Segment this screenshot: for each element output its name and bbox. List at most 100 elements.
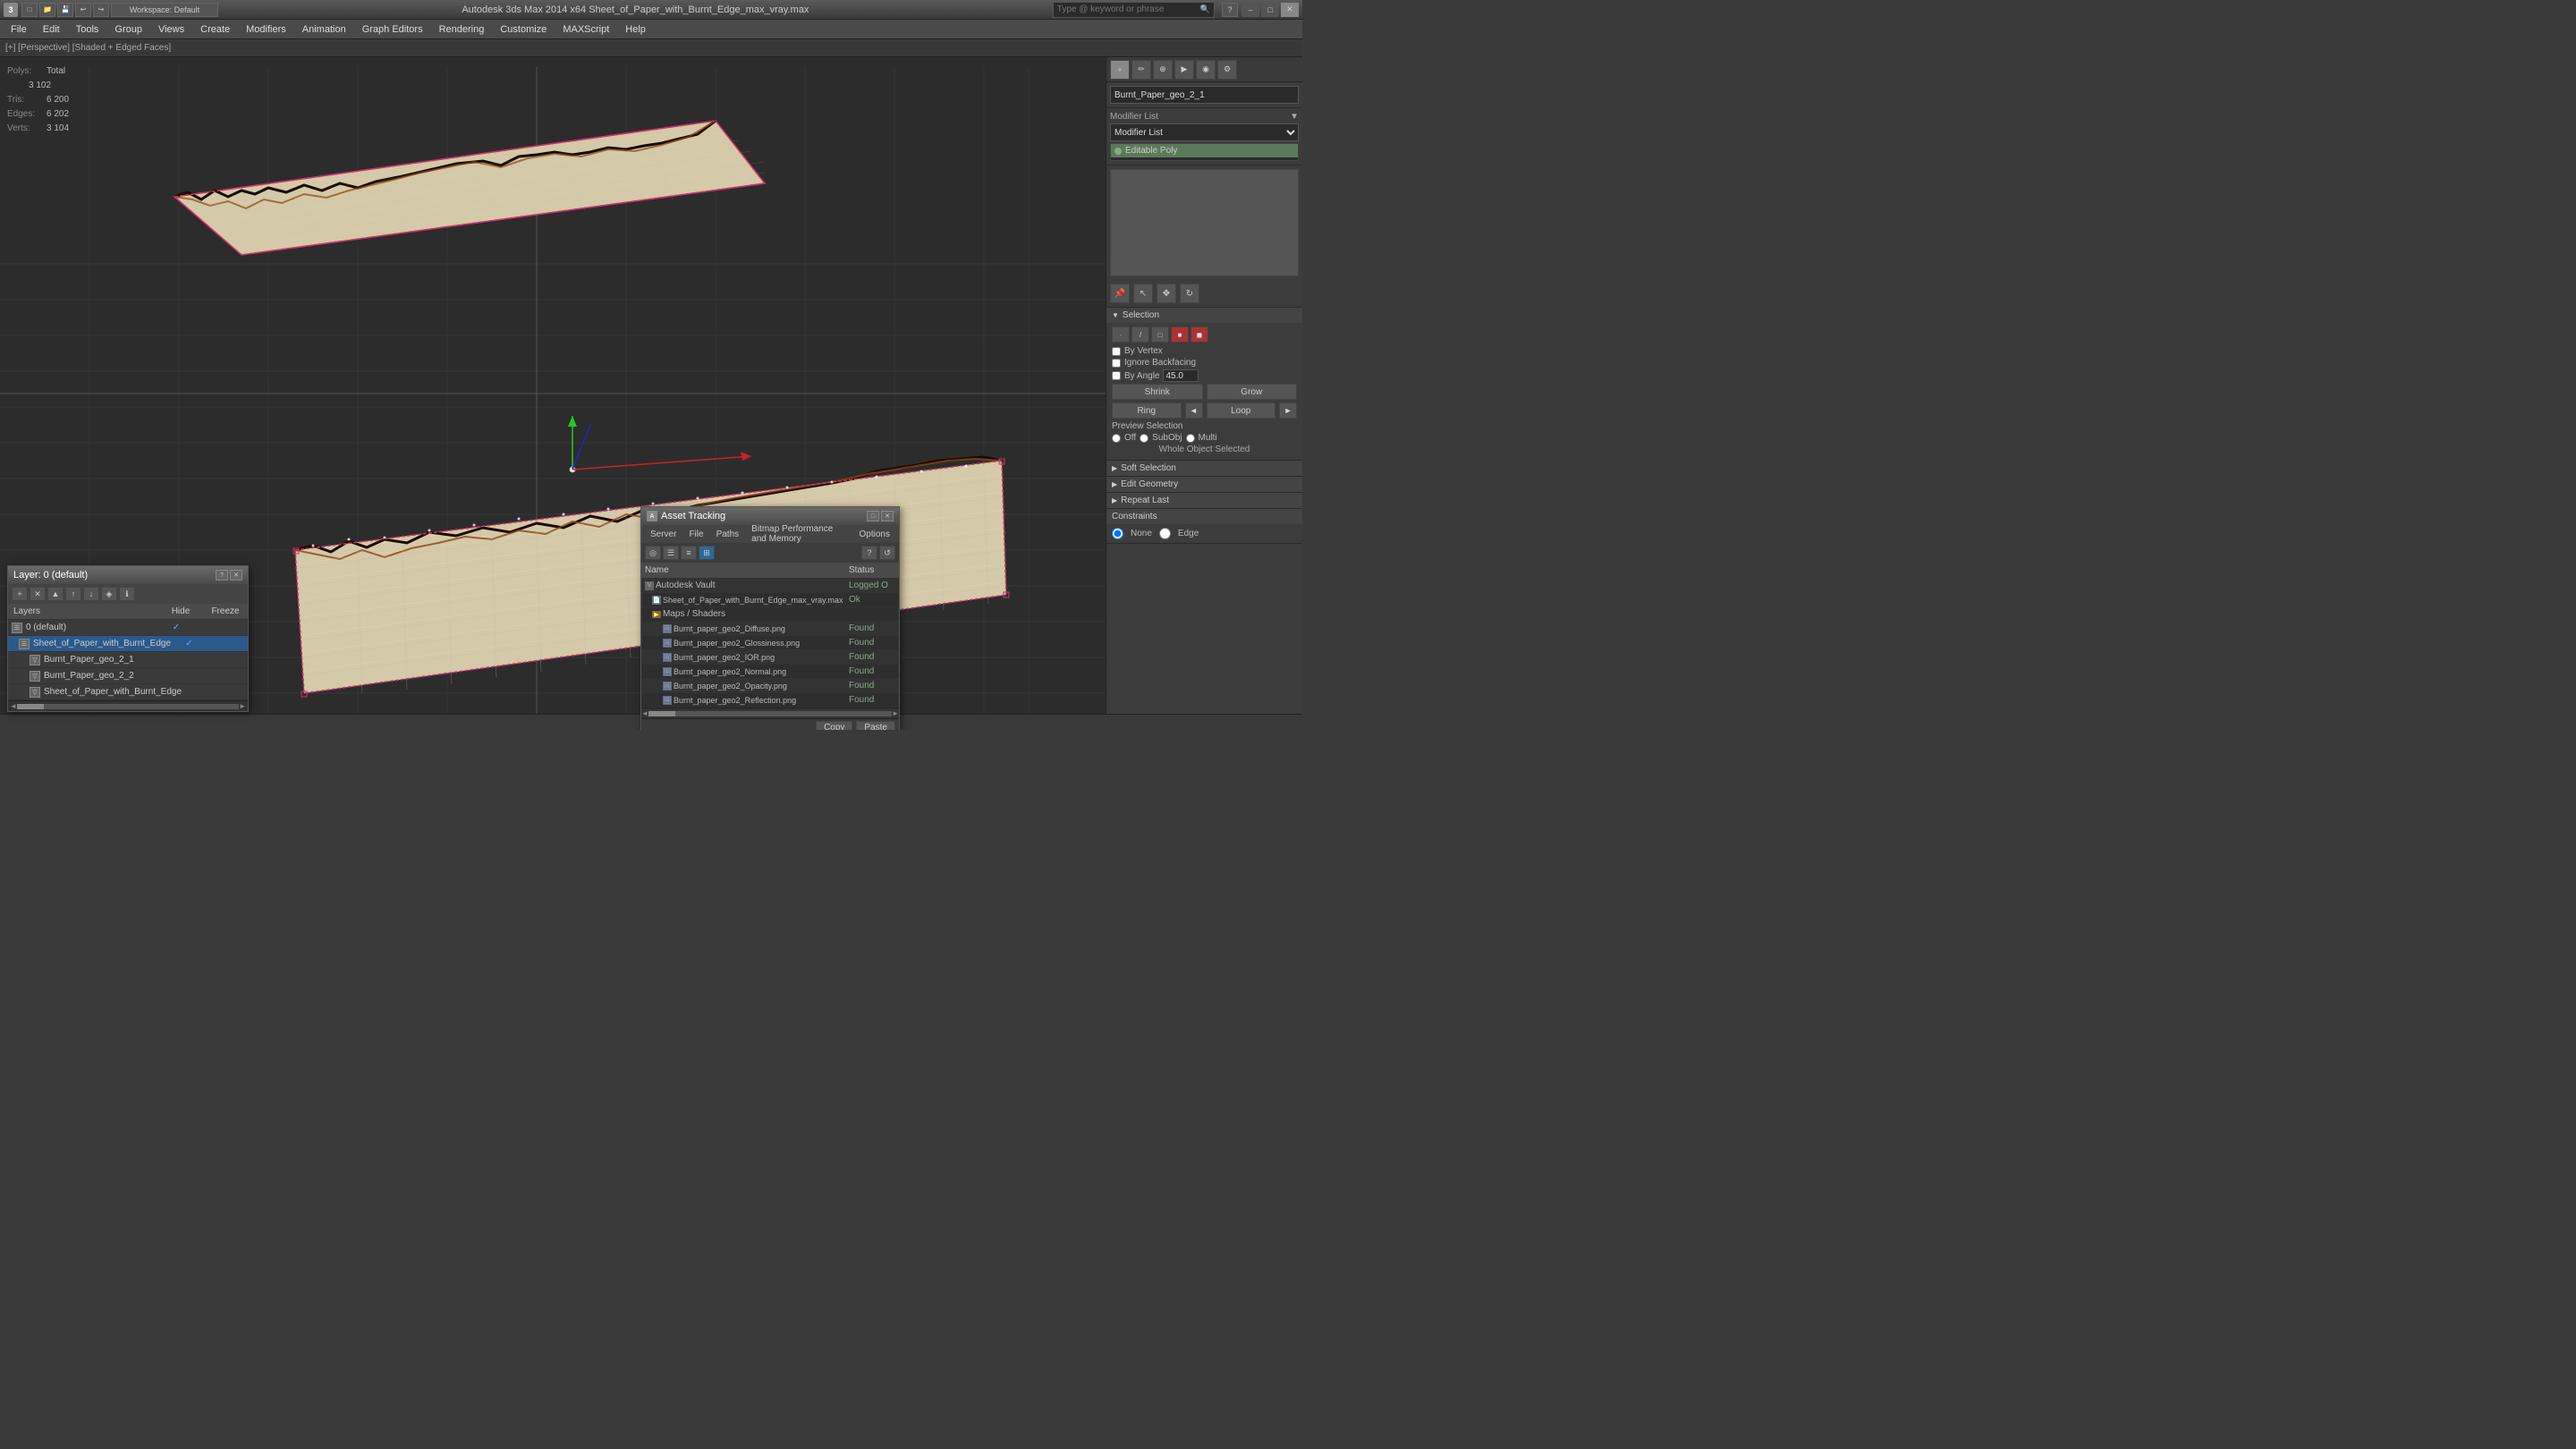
angle-value-input[interactable]: [1163, 369, 1199, 382]
hierarchy-tab[interactable]: ⊕: [1153, 60, 1173, 80]
shrink-btn[interactable]: Shrink: [1112, 384, 1203, 400]
viewport[interactable]: Polys: Total 3 102 Tris: 6 200 Edges: 6 …: [0, 57, 1106, 730]
menu-graph-editors[interactable]: Graph Editors: [355, 21, 430, 38]
by-vertex-check[interactable]: [1112, 347, 1121, 356]
layer-row-sheet2[interactable]: ▽ Sheet_of_Paper_with_Burnt_Edge: [8, 684, 248, 700]
display-tab[interactable]: ◉: [1196, 60, 1216, 80]
undo-btn[interactable]: ↩: [75, 3, 91, 17]
preview-off-radio[interactable]: [1112, 434, 1121, 443]
layers-info-btn[interactable]: ℹ: [119, 587, 135, 601]
hscroll-track[interactable]: [648, 711, 892, 716]
search-bar[interactable]: 🔍: [1053, 2, 1215, 18]
ignore-backfacing-check[interactable]: [1112, 359, 1121, 368]
loop-arrow-btn[interactable]: ►: [1279, 402, 1297, 419]
asset-paste-btn[interactable]: Paste: [856, 721, 895, 731]
asset-menu-file[interactable]: File: [683, 530, 708, 539]
object-name-input[interactable]: [1110, 86, 1299, 104]
repeat-last-header[interactable]: ▶ Repeat Last: [1106, 493, 1302, 508]
workspace-dropdown[interactable]: Workspace: Default: [111, 3, 218, 17]
border-sel-btn[interactable]: □: [1151, 326, 1169, 343]
loop-btn[interactable]: Loop: [1207, 402, 1276, 419]
layers-select-btn[interactable]: ◈: [101, 587, 117, 601]
menu-maxscript[interactable]: MAXScript: [555, 21, 616, 38]
asset-row-opacity[interactable]: 🖼 Burnt_paper_geo2_Opacity.png Found: [641, 679, 899, 693]
asset-row-file[interactable]: 📄 Sheet_of_Paper_with_Burnt_Edge_max_vra…: [641, 593, 899, 607]
menu-rendering[interactable]: Rendering: [432, 21, 492, 38]
move-btn[interactable]: ✥: [1157, 284, 1176, 303]
asset-row-normal[interactable]: 🖼 Burnt_paper_geo2_Normal.png Found: [641, 665, 899, 679]
layers-move-up-btn[interactable]: ↑: [65, 587, 81, 601]
asset-tool-1[interactable]: ◎: [645, 546, 661, 560]
asset-row-gloss[interactable]: 🖼 Burnt_paper_geo2_Glossiness.png Found: [641, 636, 899, 650]
scroll-left-btn[interactable]: ◄: [10, 702, 17, 710]
modify-tab[interactable]: ✏: [1131, 60, 1151, 80]
edge-sel-btn[interactable]: /: [1131, 326, 1149, 343]
layer-sheet-hide[interactable]: ✓: [171, 639, 208, 648]
asset-menu-bitmap[interactable]: Bitmap Performance and Memory: [746, 524, 852, 544]
hscroll-right[interactable]: ►: [892, 709, 899, 717]
ring-btn[interactable]: Ring: [1112, 402, 1182, 419]
new-btn[interactable]: □: [21, 3, 38, 17]
asset-close-btn[interactable]: ✕: [881, 511, 894, 521]
preview-multi-radio[interactable]: [1186, 434, 1195, 443]
modifier-dropdown-arrow[interactable]: ▼: [1290, 112, 1299, 122]
search-icon[interactable]: 🔍: [1200, 4, 1210, 14]
by-angle-check[interactable]: [1112, 371, 1121, 380]
save-btn[interactable]: 💾: [57, 3, 73, 17]
grow-btn[interactable]: Grow: [1207, 384, 1298, 400]
modifier-dropdown[interactable]: Modifier List: [1110, 123, 1299, 141]
modifier-item-editable-poly[interactable]: Editable Poly: [1111, 144, 1298, 157]
menu-help[interactable]: Help: [618, 21, 653, 38]
layers-question-btn[interactable]: ?: [216, 570, 228, 580]
asset-tool-help[interactable]: ?: [861, 546, 877, 560]
constraint-none-radio[interactable]: [1112, 528, 1123, 539]
layer-row-geo1[interactable]: ▽ Burnt_Paper_geo_2_1: [8, 652, 248, 668]
layer-row-geo2[interactable]: ▽ Burnt_Paper_geo_2_2: [8, 668, 248, 684]
layers-move-down-btn[interactable]: ↓: [83, 587, 99, 601]
rotate-btn[interactable]: ↻: [1180, 284, 1199, 303]
open-btn[interactable]: 📁: [39, 3, 55, 17]
maximize-btn[interactable]: □: [1261, 3, 1279, 17]
preview-subobj-radio[interactable]: [1140, 434, 1148, 443]
asset-row-vault[interactable]: V Autodesk Vault Logged O: [641, 579, 899, 593]
asset-menu-server[interactable]: Server: [645, 530, 682, 539]
asset-tool-refresh[interactable]: ↺: [879, 546, 895, 560]
menu-create[interactable]: Create: [193, 21, 237, 38]
selection-header[interactable]: ▼ Selection: [1106, 308, 1302, 323]
menu-group[interactable]: Group: [107, 21, 149, 38]
polygon-sel-btn[interactable]: ■: [1171, 326, 1189, 343]
menu-views[interactable]: Views: [151, 21, 191, 38]
asset-tool-2[interactable]: ☰: [663, 546, 679, 560]
scroll-right-btn[interactable]: ►: [239, 702, 246, 710]
soft-selection-header[interactable]: ▶ Soft Selection: [1106, 461, 1302, 476]
asset-row-diffuse[interactable]: 🖼 Burnt_paper_geo2_Diffuse.png Found: [641, 622, 899, 636]
help-btn[interactable]: ?: [1222, 3, 1238, 17]
asset-tool-3[interactable]: ≡: [681, 546, 697, 560]
edit-geometry-header[interactable]: ▶ Edit Geometry: [1106, 477, 1302, 492]
ring-arrow-btn[interactable]: ◄: [1185, 402, 1203, 419]
menu-animation[interactable]: Animation: [295, 21, 353, 38]
select-btn[interactable]: ↖: [1133, 284, 1153, 303]
asset-row-maps[interactable]: ▶ Maps / Shaders: [641, 607, 899, 622]
menu-modifiers[interactable]: Modifiers: [239, 21, 293, 38]
constraint-edge-radio[interactable]: [1159, 528, 1171, 539]
pin-btn[interactable]: 📌: [1110, 284, 1130, 303]
scroll-track[interactable]: [17, 704, 239, 709]
minimize-btn[interactable]: –: [1241, 3, 1259, 17]
layers-delete-btn[interactable]: ✕: [30, 587, 46, 601]
layer-row-sheet[interactable]: ☰ Sheet_of_Paper_with_Burnt_Edge ✓: [8, 636, 248, 652]
create-tab[interactable]: +: [1110, 60, 1130, 80]
hscroll-thumb[interactable]: [648, 711, 675, 716]
menu-tools[interactable]: Tools: [69, 21, 106, 38]
scroll-thumb[interactable]: [17, 704, 44, 709]
menu-edit[interactable]: Edit: [36, 21, 67, 38]
close-btn[interactable]: ✕: [1281, 3, 1299, 17]
asset-maximize-btn[interactable]: □: [867, 511, 879, 521]
asset-tool-4[interactable]: ⊞: [699, 546, 715, 560]
vertex-sel-btn[interactable]: ·: [1112, 326, 1130, 343]
utilities-tab[interactable]: ⚙: [1217, 60, 1237, 80]
layer-0-hide[interactable]: ✓: [154, 623, 199, 632]
asset-hscroll[interactable]: ◄ ►: [641, 708, 899, 718]
search-input[interactable]: [1057, 4, 1200, 14]
asset-row-reflection[interactable]: 🖼 Burnt_paper_geo2_Reflection.png Found: [641, 693, 899, 708]
